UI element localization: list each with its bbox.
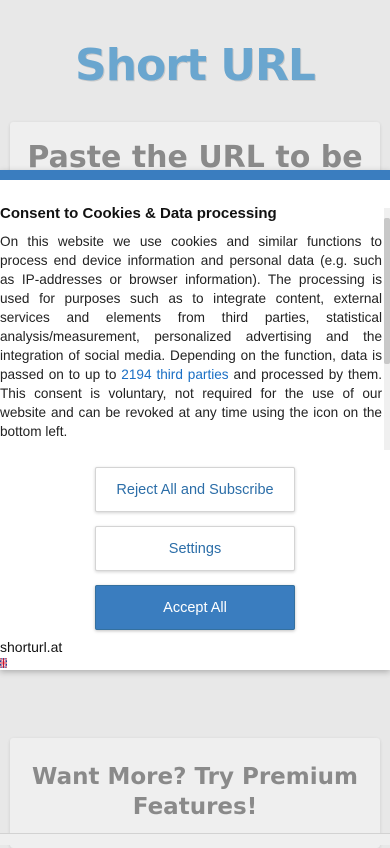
premium-card: Want More? Try Premium Features! xyxy=(10,738,380,848)
card-heading: Paste the URL to be xyxy=(27,140,363,175)
bottom-bar xyxy=(0,833,390,845)
site-title: Short URL xyxy=(75,40,316,91)
uk-flag-icon[interactable] xyxy=(0,658,7,668)
premium-heading: Want More? Try Premium Features! xyxy=(32,764,358,820)
accept-all-button[interactable]: Accept All xyxy=(95,585,295,630)
consent-description: On this website we use cookies and simil… xyxy=(0,232,382,441)
site-name: shorturl.at xyxy=(0,639,63,655)
consent-text-part-1: On this website we use cookies and simil… xyxy=(0,234,382,382)
settings-button[interactable]: Settings xyxy=(95,526,295,571)
scrollbar-thumb[interactable] xyxy=(384,218,390,364)
reject-all-button[interactable]: Reject All and Subscribe xyxy=(95,467,295,512)
consent-title: Consent to Cookies & Data processing xyxy=(0,205,277,222)
consent-scrollbar[interactable] xyxy=(384,208,390,450)
consent-dialog: Consent to Cookies & Data processing On … xyxy=(0,170,390,670)
third-parties-link[interactable]: 2194 third parties xyxy=(121,367,228,382)
